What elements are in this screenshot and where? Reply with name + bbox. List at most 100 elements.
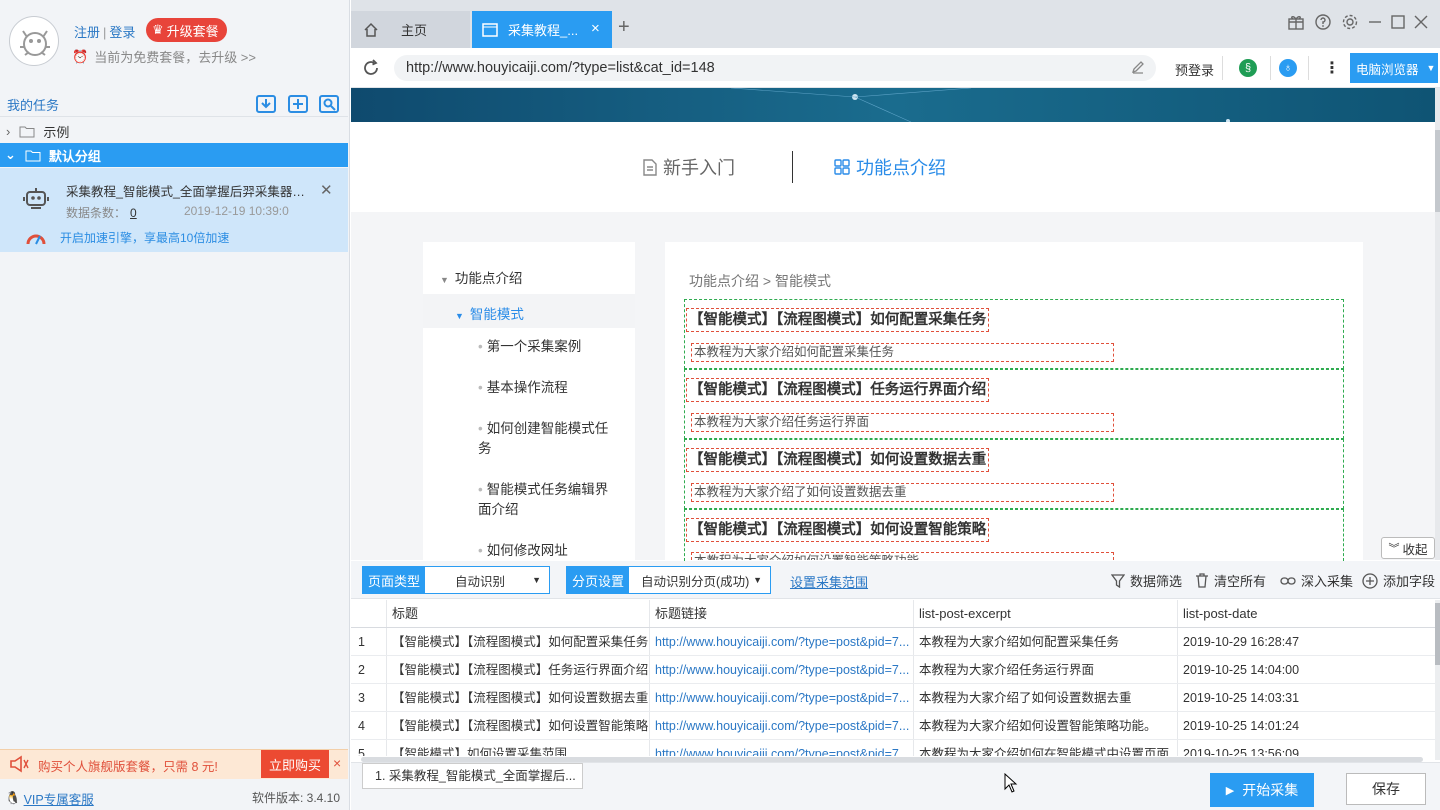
- cell-date[interactable]: 2019-10-25 14:01:24: [1178, 712, 1435, 739]
- table-row[interactable]: 1 【智能模式】【流程图模式】如何配置采集任务 http://www.houyi…: [351, 628, 1435, 656]
- more-menu-icon[interactable]: ⋮: [1324, 58, 1340, 78]
- close-tab-icon[interactable]: ×: [591, 20, 600, 37]
- post-excerpt[interactable]: 本教程为大家介绍如何配置采集任务: [691, 343, 1114, 362]
- close-icon[interactable]: ×: [333, 755, 341, 771]
- cell-title[interactable]: 【智能模式】如何设置采集范围: [387, 740, 650, 756]
- reload-icon[interactable]: [361, 58, 381, 78]
- post-title[interactable]: 【智能模式】【流程图模式】任务运行界面介绍: [686, 378, 990, 402]
- caret-down-icon: ▼: [1426, 63, 1436, 73]
- web-scrollbar-thumb[interactable]: [1435, 130, 1440, 212]
- header-title-link[interactable]: 标题链接: [650, 600, 914, 627]
- header-excerpt[interactable]: list-post-excerpt: [914, 600, 1178, 627]
- search-task-icon[interactable]: [318, 93, 340, 115]
- sidebar-item[interactable]: 第一个采集案例: [478, 337, 613, 357]
- minimize-icon[interactable]: [1366, 13, 1384, 31]
- cell-date[interactable]: 2019-10-29 16:28:47: [1178, 628, 1435, 655]
- group-default[interactable]: ⌄ 默认分组: [0, 143, 348, 167]
- clear-all-button[interactable]: 清空所有: [1195, 571, 1266, 590]
- maximize-icon[interactable]: [1389, 13, 1407, 31]
- post-excerpt[interactable]: 本教程为大家介绍如何设置智能策略功能。: [691, 552, 1114, 560]
- filter-button[interactable]: 数据筛选: [1111, 571, 1182, 590]
- header-title[interactable]: 标题: [387, 600, 650, 627]
- deep-collect-button[interactable]: 深入采集: [1280, 571, 1353, 590]
- accelerate-link[interactable]: 开启加速引擎，享最高10倍加速: [26, 229, 326, 246]
- cell-title[interactable]: 【智能模式】【流程图模式】如何配置采集任务: [387, 628, 650, 655]
- gift-icon[interactable]: [1287, 13, 1305, 31]
- post-title[interactable]: 【智能模式】【流程图模式】如何配置采集任务: [686, 308, 990, 332]
- close-icon[interactable]: ✕: [320, 181, 333, 199]
- table-row[interactable]: 3 【智能模式】【流程图模式】如何设置数据去重 http://www.houyi…: [351, 684, 1435, 712]
- url-input[interactable]: http://www.houyicaiji.com/?type=list&cat…: [394, 55, 1156, 81]
- sidebar-item[interactable]: 智能模式任务编辑界面介绍: [478, 480, 613, 520]
- settings-gear-icon[interactable]: [1341, 13, 1359, 31]
- table-scrollbar-thumb[interactable]: [1435, 603, 1440, 665]
- prelogin-button[interactable]: 预登录: [1175, 60, 1214, 79]
- cell-title[interactable]: 【智能模式】【流程图模式】任务运行界面介绍: [387, 656, 650, 683]
- cell-title[interactable]: 【智能模式】【流程图模式】如何设置智能策略: [387, 712, 650, 739]
- help-icon[interactable]: [1314, 13, 1332, 31]
- paging-select[interactable]: 自动识别分页(成功) ▼: [628, 566, 771, 594]
- sidebar-item[interactable]: 基本操作流程: [478, 378, 613, 398]
- cell-date[interactable]: 2019-10-25 14:03:31: [1178, 684, 1435, 711]
- tab-home[interactable]: 主页: [351, 11, 470, 48]
- table-row[interactable]: 5 【智能模式】如何设置采集范围 http://www.houyicaiji.c…: [351, 740, 1435, 756]
- cell-excerpt[interactable]: 本教程为大家介绍任务运行界面: [914, 656, 1178, 683]
- row-index: 4: [351, 712, 387, 739]
- add-field-button[interactable]: 添加字段: [1362, 571, 1435, 590]
- header-date[interactable]: list-post-date: [1178, 600, 1435, 627]
- nav-features[interactable]: 功能点介绍: [834, 154, 946, 180]
- sidebar-item[interactable]: 如何修改网址: [478, 541, 613, 560]
- browser-mode-select[interactable]: 电脑浏览器 ▼: [1350, 53, 1438, 83]
- cell-link[interactable]: http://www.houyicaiji.com/?type=post&pid…: [650, 656, 914, 683]
- close-window-icon[interactable]: [1412, 13, 1430, 31]
- free-plan-link[interactable]: ⏰ 当前为免费套餐，去升级 >>: [72, 47, 256, 66]
- caret-down-icon: ▼: [532, 575, 541, 585]
- group-example[interactable]: › 示例: [0, 119, 348, 143]
- post-title[interactable]: 【智能模式】【流程图模式】如何设置数据去重: [686, 448, 990, 472]
- task-title[interactable]: 采集教程_智能模式_全面掌握后羿采集器的...: [66, 181, 311, 200]
- new-task-icon[interactable]: [287, 93, 309, 115]
- page-type-select[interactable]: 自动识别 ▼: [424, 566, 550, 594]
- cell-link[interactable]: http://www.houyicaiji.com/?type=post&pid…: [650, 740, 914, 756]
- import-task-icon[interactable]: [255, 93, 277, 115]
- avatar[interactable]: [9, 16, 59, 66]
- sidebar-root[interactable]: ▼ 功能点介绍: [440, 267, 522, 287]
- divider: [1222, 56, 1223, 80]
- set-range-link[interactable]: 设置采集范围: [790, 572, 868, 591]
- post-excerpt[interactable]: 本教程为大家介绍任务运行界面: [691, 413, 1114, 432]
- upgrade-button[interactable]: ♛ 升级套餐: [146, 18, 227, 42]
- collapse-button[interactable]: ︾ 收起: [1381, 537, 1435, 559]
- qq-penguin-icon: 🐧: [5, 791, 21, 805]
- cell-excerpt[interactable]: 本教程为大家介绍如何设置智能策略功能。: [914, 712, 1178, 739]
- cell-excerpt[interactable]: 本教程为大家介绍了如何设置数据去重: [914, 684, 1178, 711]
- green-plugin-icon[interactable]: §: [1239, 59, 1257, 77]
- vip-support-link[interactable]: 🐧 VIP专属客服: [5, 789, 94, 808]
- register-link[interactable]: 注册: [74, 25, 100, 40]
- alarm-clock-icon: ⏰: [72, 48, 89, 64]
- sidebar-item[interactable]: 如何创建智能模式任务: [478, 419, 613, 459]
- table-row[interactable]: 4 【智能模式】【流程图模式】如何设置智能策略 http://www.houyi…: [351, 712, 1435, 740]
- cell-excerpt[interactable]: 本教程为大家介绍如何配置采集任务: [914, 628, 1178, 655]
- blue-plugin-icon[interactable]: ♁: [1279, 59, 1297, 77]
- post-excerpt[interactable]: 本教程为大家介绍了如何设置数据去重: [691, 483, 1114, 502]
- edit-pen-icon[interactable]: [1130, 59, 1146, 75]
- cell-title[interactable]: 【智能模式】【流程图模式】如何设置数据去重: [387, 684, 650, 711]
- sidebar-item-smart-mode[interactable]: ▼ 智能模式: [455, 303, 524, 323]
- cell-link[interactable]: http://www.houyicaiji.com/?type=post&pid…: [650, 684, 914, 711]
- new-tab-button[interactable]: +: [618, 16, 630, 39]
- table-row[interactable]: 2 【智能模式】【流程图模式】任务运行界面介绍 http://www.houyi…: [351, 656, 1435, 684]
- post-title[interactable]: 【智能模式】【流程图模式】如何设置智能策略: [686, 518, 990, 542]
- cell-date[interactable]: 2019-10-25 14:04:00: [1178, 656, 1435, 683]
- task-tab[interactable]: 1. 采集教程_智能模式_全面掌握后...: [362, 763, 583, 789]
- header-index: [351, 600, 387, 627]
- start-collect-button[interactable]: ▶ 开始采集: [1210, 773, 1314, 807]
- buy-now-button[interactable]: 立即购买: [261, 750, 329, 778]
- login-link[interactable]: 登录: [109, 25, 135, 40]
- cell-excerpt[interactable]: 本教程为大家介绍如何在智能模式中设置页面: [914, 740, 1178, 756]
- cell-date[interactable]: 2019-10-25 13:56:09: [1178, 740, 1435, 756]
- nav-getting-started[interactable]: 新手入门: [643, 154, 735, 180]
- divider: [1270, 56, 1271, 80]
- save-button[interactable]: 保存: [1346, 773, 1426, 805]
- cell-link[interactable]: http://www.houyicaiji.com/?type=post&pid…: [650, 628, 914, 655]
- cell-link[interactable]: http://www.houyicaiji.com/?type=post&pid…: [650, 712, 914, 739]
